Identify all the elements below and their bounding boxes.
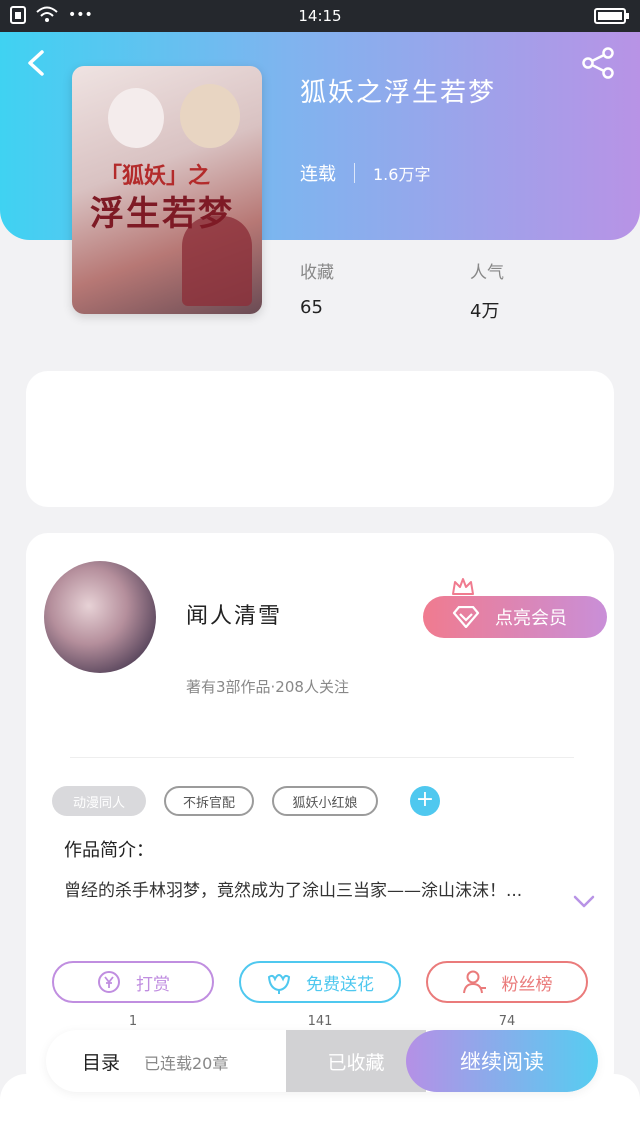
empty-card <box>26 371 614 507</box>
book-title: 狐妖之浮生若梦 <box>300 78 497 108</box>
stat-value: 65 <box>300 297 323 318</box>
avatar[interactable] <box>44 561 156 673</box>
collected-label: 已收藏 <box>327 1051 385 1074</box>
word-count: 1.6万字 <box>373 165 431 184</box>
flower-icon <box>267 974 291 994</box>
flower-count: 141 <box>307 1014 333 1029</box>
diamond-icon <box>452 606 480 628</box>
book-cover[interactable]: 「狐妖」之 浮生若梦 <box>72 66 262 314</box>
fan-ranking-label: 粉丝榜 <box>501 974 553 995</box>
collected-button[interactable]: 已收藏 <box>286 1030 426 1092</box>
toc-button[interactable]: 目录 <box>82 1048 120 1075</box>
tag-item[interactable]: 动漫同人 <box>52 786 146 816</box>
tag-item[interactable]: 狐妖小红娘 <box>272 786 378 816</box>
stat-collections: 收藏 65 <box>300 258 334 318</box>
reward-count: 1 <box>128 1014 138 1029</box>
reward-label: 打赏 <box>136 974 170 995</box>
vip-button[interactable]: 点亮会员 <box>423 596 607 638</box>
author-name[interactable]: 闻人清雪 <box>186 598 282 630</box>
continue-reading-button[interactable]: 继续阅读 <box>406 1030 598 1092</box>
send-flower-button[interactable]: 免费送花 <box>239 961 401 1003</box>
divider <box>70 757 574 758</box>
clock: 14:15 <box>298 7 342 25</box>
intro-title: 作品简介： <box>64 840 154 861</box>
yen-coin-icon <box>98 971 120 993</box>
user-icon <box>462 970 486 994</box>
cover-title-line2: 浮生若梦 <box>90 194 234 234</box>
fan-count: 74 <box>498 1014 516 1029</box>
stat-popularity: 人气 4万 <box>470 258 504 323</box>
send-flower-label: 免费送花 <box>306 974 374 995</box>
tag-item[interactable]: 不拆官配 <box>164 786 254 816</box>
author-works-followers: 著有3部作品·208人关注 <box>186 678 349 696</box>
reward-button[interactable]: 打赏 <box>52 961 214 1003</box>
crown-icon <box>452 578 474 595</box>
fan-ranking-button[interactable]: 粉丝榜 <box>426 961 588 1003</box>
stat-value: 4万 <box>470 301 500 322</box>
continue-reading-label: 继续阅读 <box>460 1050 544 1074</box>
book-meta: 连载 1.6万字 <box>300 160 430 186</box>
intro-text: 曾经的杀手林羽梦，竟然成为了涂山三当家——涂山沫沫！... <box>64 881 523 901</box>
meta-divider <box>354 163 355 183</box>
status-bar: ••• 14:15 <box>0 0 640 32</box>
share-icon[interactable] <box>580 46 616 80</box>
serial-status: 连载 <box>300 164 336 185</box>
back-arrow-icon[interactable] <box>22 48 52 78</box>
chevron-down-icon[interactable] <box>572 894 596 910</box>
chapter-count[interactable]: 已连载20章 <box>144 1050 228 1074</box>
stat-label: 人气 <box>470 263 504 283</box>
vip-button-label: 点亮会员 <box>495 608 567 629</box>
stat-label: 收藏 <box>300 263 334 283</box>
battery-icon <box>594 8 629 24</box>
add-tag-button[interactable]: + <box>410 786 440 816</box>
bottom-action-bar: 目录 已连载20章 已收藏 继续阅读 <box>46 1030 598 1092</box>
